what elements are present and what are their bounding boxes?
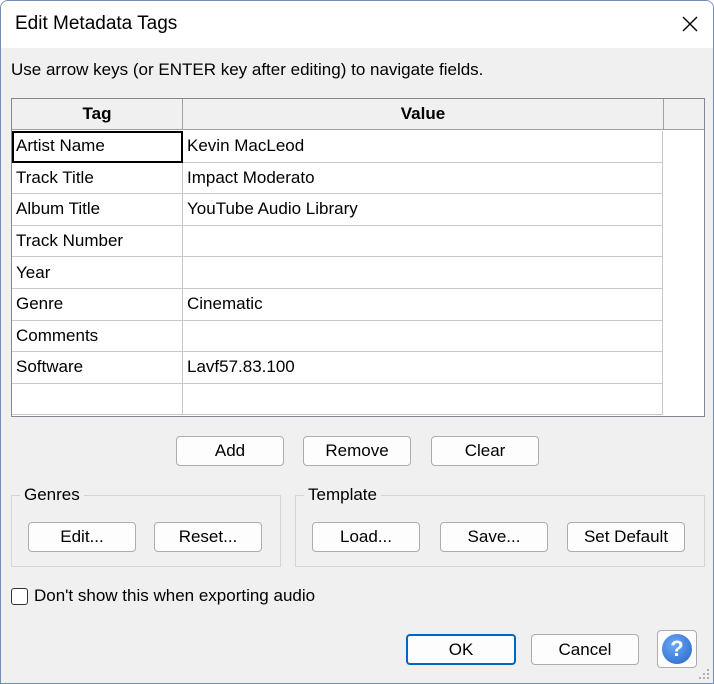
ok-button[interactable]: OK: [406, 634, 516, 665]
column-header-value[interactable]: Value: [183, 99, 664, 130]
table-row: Track Number: [12, 225, 663, 258]
help-button[interactable]: ?: [657, 630, 697, 668]
title-bar: Edit Metadata Tags: [1, 1, 713, 48]
value-cell[interactable]: [183, 225, 663, 258]
tag-cell[interactable]: Software: [12, 352, 183, 384]
grid-header: Tag Value: [12, 99, 704, 131]
tag-cell[interactable]: Track Number: [12, 225, 183, 258]
tag-cell[interactable]: [12, 383, 183, 416]
genres-group-label: Genres: [20, 485, 84, 505]
table-row: Genre Cinematic: [12, 288, 663, 321]
value-cell[interactable]: Kevin MacLeod: [183, 131, 663, 163]
clear-button[interactable]: Clear: [431, 436, 539, 466]
dont-show-checkbox-row: Don't show this when exporting audio: [11, 586, 315, 606]
value-cell[interactable]: Lavf57.83.100: [183, 352, 663, 384]
table-row: Album Title YouTube Audio Library: [12, 194, 663, 226]
genres-edit-button[interactable]: Edit...: [28, 522, 136, 552]
remove-button[interactable]: Remove: [303, 436, 411, 466]
cancel-button[interactable]: Cancel: [531, 634, 639, 665]
window-title: Edit Metadata Tags: [15, 13, 178, 34]
template-group: Template Load... Save... Set Default: [295, 485, 705, 567]
value-cell[interactable]: Impact Moderato: [183, 162, 663, 195]
tag-cell[interactable]: Genre: [12, 288, 183, 321]
template-save-button[interactable]: Save...: [440, 522, 548, 552]
table-row: [12, 383, 663, 416]
template-set-default-button[interactable]: Set Default: [567, 522, 685, 552]
table-row: Comments: [12, 320, 663, 353]
tag-cell[interactable]: Year: [12, 257, 183, 289]
template-load-button[interactable]: Load...: [312, 522, 420, 552]
column-header-filler: [664, 99, 704, 130]
table-row: Artist Name Kevin MacLeod: [12, 131, 663, 163]
edit-metadata-dialog: Edit Metadata Tags Use arrow keys (or EN…: [0, 0, 714, 684]
template-group-label: Template: [304, 485, 381, 505]
tag-cell[interactable]: Artist Name: [12, 131, 183, 163]
grid-rows: Artist Name Kevin MacLeod Track Title Im…: [12, 131, 663, 416]
close-button[interactable]: [667, 1, 713, 47]
value-cell[interactable]: [183, 383, 663, 416]
tags-grid: Tag Value Artist Name Kevin MacLeod Trac…: [11, 98, 705, 417]
genres-reset-button[interactable]: Reset...: [154, 522, 262, 552]
table-row: Year: [12, 257, 663, 289]
value-cell[interactable]: Cinematic: [183, 288, 663, 321]
resize-grip-icon[interactable]: [698, 668, 710, 680]
value-cell[interactable]: YouTube Audio Library: [183, 194, 663, 226]
close-icon: [682, 16, 698, 32]
value-cell[interactable]: [183, 257, 663, 289]
help-icon: ?: [662, 634, 692, 664]
add-button[interactable]: Add: [176, 436, 284, 466]
table-row: Software Lavf57.83.100: [12, 352, 663, 384]
value-cell[interactable]: [183, 320, 663, 353]
column-header-tag[interactable]: Tag: [12, 99, 183, 130]
dont-show-checkbox-label[interactable]: Don't show this when exporting audio: [34, 586, 315, 606]
table-row: Track Title Impact Moderato: [12, 162, 663, 195]
tag-cell[interactable]: Comments: [12, 320, 183, 353]
instruction-text: Use arrow keys (or ENTER key after editi…: [11, 60, 484, 79]
dont-show-checkbox[interactable]: [11, 587, 28, 605]
tag-cell[interactable]: Album Title: [12, 194, 183, 226]
genres-group: Genres Edit... Reset...: [11, 485, 281, 567]
tag-cell[interactable]: Track Title: [12, 162, 183, 195]
